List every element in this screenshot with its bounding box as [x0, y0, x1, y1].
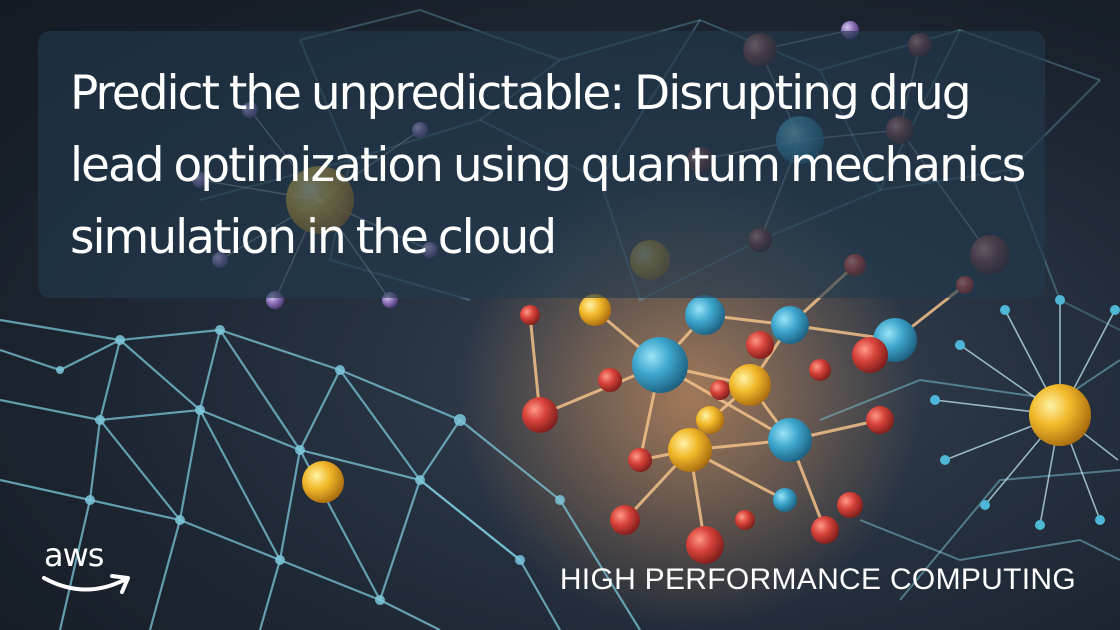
- article-title: Predict the unpredictable: Disrupting dr…: [70, 66, 1026, 265]
- aws-logo: aws: [40, 536, 140, 602]
- aws-smile-arrow-icon: [42, 574, 130, 594]
- category-label: HIGH PERFORMANCE COMPUTING: [559, 563, 1076, 596]
- blog-banner: Predict the unpredictable: Disrupting dr…: [0, 0, 1120, 630]
